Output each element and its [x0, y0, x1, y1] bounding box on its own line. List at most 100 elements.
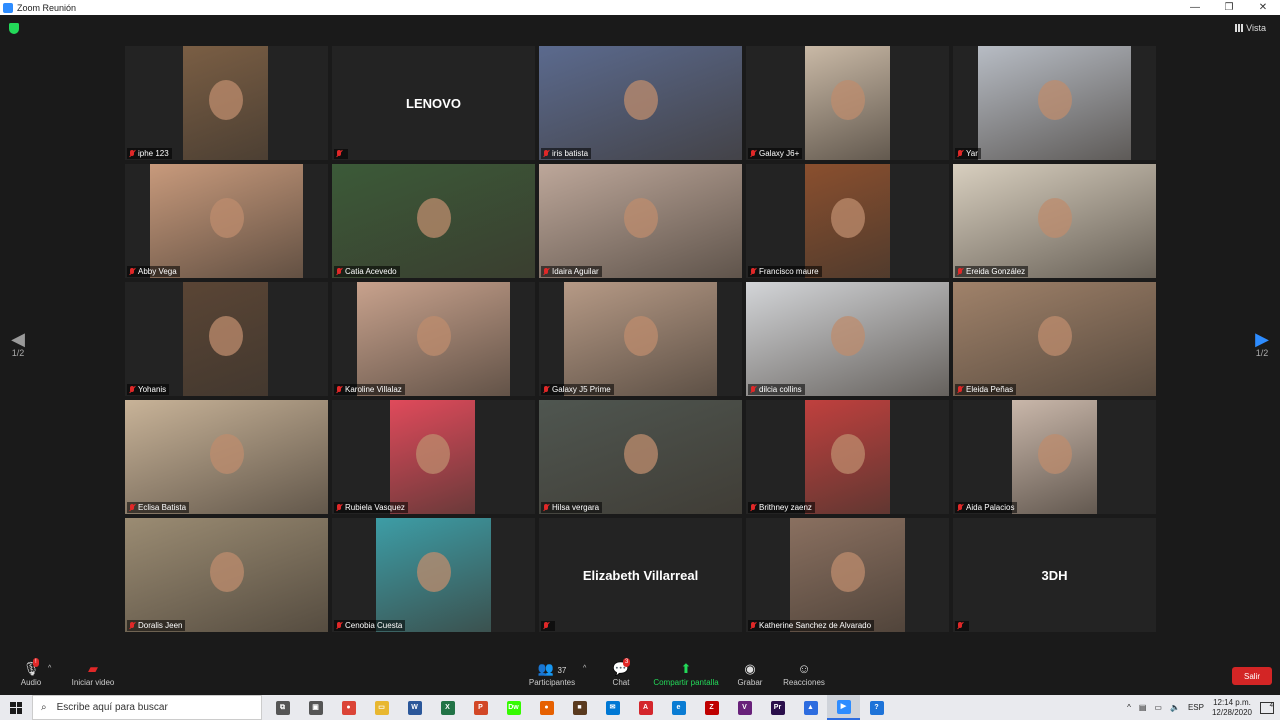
- record-button[interactable]: ◉ Grabar: [734, 660, 766, 687]
- participant-name-label: Abby Vega: [127, 266, 180, 277]
- participant-tile[interactable]: 3DH: [953, 518, 1156, 632]
- powerpoint-icon: P: [473, 700, 488, 715]
- taskbar-mail-button[interactable]: ✉: [596, 695, 629, 720]
- participant-tile[interactable]: Karoline Villalaz: [332, 282, 535, 396]
- participant-tile[interactable]: Brithney zaenz: [746, 400, 949, 514]
- participant-video: [150, 164, 303, 278]
- participant-name: Karoline Villalaz: [345, 385, 402, 394]
- participant-tile[interactable]: iphe 123: [125, 46, 328, 160]
- participant-tile[interactable]: Francisco maure: [746, 164, 949, 278]
- taskbar-store-button[interactable]: ▣: [299, 695, 332, 720]
- security-shield-icon[interactable]: [9, 23, 19, 34]
- participant-tile[interactable]: Elizabeth Villarreal: [539, 518, 742, 632]
- taskbar-app-dark-button[interactable]: ■: [563, 695, 596, 720]
- participants-options-caret[interactable]: ^: [583, 665, 586, 672]
- muted-mic-icon: [129, 503, 135, 512]
- audio-options-caret[interactable]: ^: [48, 665, 51, 672]
- reactions-button[interactable]: ☺ Reacciones: [780, 660, 828, 687]
- taskbar-task-view-button[interactable]: ⧉: [266, 695, 299, 720]
- taskbar-excel-button[interactable]: X: [431, 695, 464, 720]
- taskbar-firefox-button[interactable]: ●: [530, 695, 563, 720]
- participant-name: Brithney zaenz: [759, 503, 812, 512]
- action-center-notifications-icon[interactable]: 4: [1260, 701, 1274, 714]
- view-label: Vista: [1246, 23, 1266, 33]
- taskbar-app-blue-button[interactable]: ▲: [794, 695, 827, 720]
- windows-taskbar: ⌕ Escribe aquí para buscar ⧉ ▣ ● ▭ W X P Dw ● ■ ✉ A…: [0, 695, 1280, 720]
- participants-button[interactable]: 👥 37 Participantes: [524, 660, 580, 687]
- participant-video: [564, 282, 717, 396]
- network-icon[interactable]: ▤: [1139, 703, 1147, 712]
- participant-tile[interactable]: iris batista: [539, 46, 742, 160]
- taskbar-zoom-button[interactable]: ▶: [827, 695, 860, 720]
- leave-meeting-button[interactable]: Salir: [1232, 667, 1272, 685]
- firefox-icon: ●: [539, 700, 554, 715]
- participant-name-label: [541, 621, 555, 631]
- participants-icon: 👥 37: [537, 661, 567, 676]
- taskbar-dreamweaver-button[interactable]: Dw: [497, 695, 530, 720]
- battery-icon[interactable]: ▭: [1154, 703, 1162, 712]
- taskbar-acrobat-button[interactable]: A: [629, 695, 662, 720]
- start-video-button[interactable]: ▰ Iniciar video: [66, 660, 120, 687]
- close-button[interactable]: ✕: [1246, 2, 1280, 13]
- participant-tile[interactable]: Ereida González: [953, 164, 1156, 278]
- participant-video: [790, 518, 905, 632]
- volume-icon[interactable]: 🔈: [1170, 703, 1180, 712]
- muted-mic-icon: [336, 621, 342, 630]
- taskbar-search-box[interactable]: ⌕ Escribe aquí para buscar: [32, 695, 262, 720]
- participant-tile[interactable]: dilcia collins: [746, 282, 949, 396]
- taskbar-clock[interactable]: 12:14 p.m. 12/28/2020: [1212, 698, 1252, 718]
- participant-tile[interactable]: LENOVO: [332, 46, 535, 160]
- participant-tile[interactable]: Idaira Aguilar: [539, 164, 742, 278]
- participant-tile[interactable]: Aida Palacios: [953, 400, 1156, 514]
- microphone-icon: 🎙!: [22, 658, 40, 676]
- minimize-button[interactable]: —: [1178, 2, 1212, 13]
- participant-tile[interactable]: Galaxy J5 Prime: [539, 282, 742, 396]
- participant-name: Galaxy J5 Prime: [552, 385, 611, 394]
- muted-mic-icon: [543, 385, 549, 394]
- participant-name-label: [955, 621, 969, 631]
- start-button[interactable]: [0, 695, 32, 720]
- participant-tile[interactable]: Cenobia Cuesta: [332, 518, 535, 632]
- previous-page-button[interactable]: ◀ 1/2: [11, 330, 25, 370]
- participant-video: [183, 46, 268, 160]
- participant-tile[interactable]: Abby Vega: [125, 164, 328, 278]
- taskbar-powerpoint-button[interactable]: P: [464, 695, 497, 720]
- taskbar-help-button[interactable]: ?: [860, 695, 893, 720]
- muted-mic-icon: [957, 622, 963, 630]
- smiley-icon: ☺: [797, 661, 811, 676]
- maximize-button[interactable]: ❐: [1212, 2, 1246, 13]
- participant-tile[interactable]: Eclisa Batista: [125, 400, 328, 514]
- taskbar-visual-studio-button[interactable]: V: [728, 695, 761, 720]
- participant-name: Francisco maure: [759, 267, 819, 276]
- participant-tile[interactable]: Catia Acevedo: [332, 164, 535, 278]
- taskbar-chrome-button[interactable]: ●: [332, 695, 365, 720]
- participant-tile[interactable]: Rubiela Vasquez: [332, 400, 535, 514]
- participant-tile[interactable]: Doralis Jeen: [125, 518, 328, 632]
- participant-name-label: Hilsa vergara: [541, 502, 603, 513]
- taskbar-word-button[interactable]: W: [398, 695, 431, 720]
- share-screen-button[interactable]: ⬆ Compartir pantalla: [650, 660, 722, 687]
- participant-tile[interactable]: Katherine Sanchez de Alvarado: [746, 518, 949, 632]
- participant-tile[interactable]: Eleida Peñas: [953, 282, 1156, 396]
- taskbar-file-explorer-button[interactable]: ▭: [365, 695, 398, 720]
- language-indicator[interactable]: ESP: [1188, 703, 1204, 712]
- taskbar-apps: ⧉ ▣ ● ▭ W X P Dw ● ■ ✉ Ae Z V Pr ▲ ▶?: [266, 695, 893, 720]
- participant-tile[interactable]: Hilsa vergara: [539, 400, 742, 514]
- taskbar-filezilla-button[interactable]: Z: [695, 695, 728, 720]
- view-button[interactable]: Vista: [1235, 23, 1266, 33]
- taskbar-edge-button[interactable]: e: [662, 695, 695, 720]
- participant-tile[interactable]: Galaxy J6+: [746, 46, 949, 160]
- next-page-button[interactable]: ▶ 1/2: [1255, 330, 1269, 370]
- app-dark-icon: ■: [572, 700, 587, 715]
- show-hidden-icons-chevron-icon[interactable]: ^: [1127, 703, 1131, 712]
- muted-mic-icon: [957, 385, 963, 394]
- participant-name-label: Cenobia Cuesta: [334, 620, 406, 631]
- participant-tile[interactable]: Yar: [953, 46, 1156, 160]
- participant-name: Idaira Aguilar: [552, 267, 599, 276]
- taskbar-premiere-button[interactable]: Pr: [761, 695, 794, 720]
- muted-mic-icon: [750, 149, 756, 158]
- chat-button[interactable]: 💬 3 Chat: [606, 658, 636, 687]
- audio-button[interactable]: 🎙! Audio: [16, 658, 46, 687]
- participant-face: [623, 316, 658, 357]
- participant-tile[interactable]: Yohanis: [125, 282, 328, 396]
